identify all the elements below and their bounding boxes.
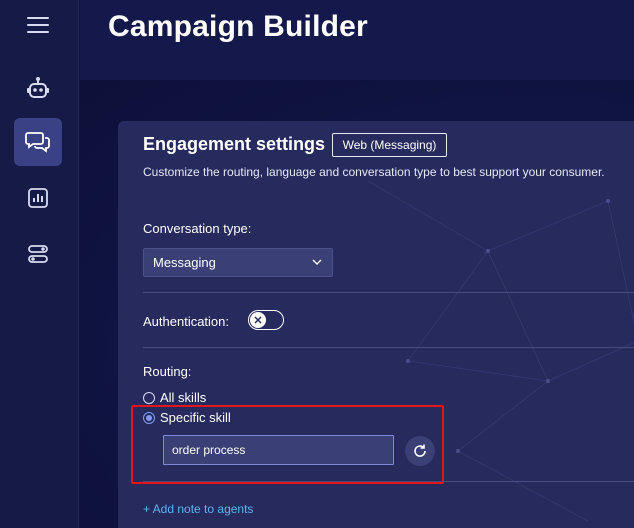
conversation-type-label: Conversation type: — [143, 221, 252, 236]
toggle-knob — [250, 312, 266, 328]
divider — [143, 481, 634, 482]
sidebar — [0, 0, 79, 528]
routing-label: Routing: — [143, 364, 192, 379]
settings-toggles-icon — [28, 245, 48, 263]
section-title: Engagement settings — [143, 134, 326, 154]
close-icon — [254, 316, 262, 324]
page-title: Campaign Builder — [108, 10, 368, 43]
menu-icon[interactable] — [27, 17, 49, 35]
sidebar-item-settings[interactable] — [14, 230, 62, 278]
report-chart-icon — [28, 188, 48, 208]
sidebar-item-reports[interactable] — [14, 174, 62, 222]
conversation-type-select[interactable]: Messaging — [143, 248, 333, 277]
sidebar-item-conversations[interactable] — [14, 118, 62, 166]
authentication-label: Authentication: — [143, 314, 230, 329]
divider — [143, 347, 634, 348]
authentication-toggle[interactable] — [248, 310, 284, 330]
channel-badge: Web (Messaging) — [332, 133, 447, 157]
conversation-type-value: Messaging — [153, 255, 216, 270]
bot-icon — [27, 77, 49, 98]
divider — [143, 292, 634, 293]
chat-bubbles-icon — [25, 132, 50, 153]
highlight-box — [131, 405, 444, 484]
section-description: Customize the routing, language and conv… — [143, 165, 605, 179]
radio-all-skills-label[interactable]: All skills — [160, 390, 206, 405]
radio-all-skills[interactable] — [143, 392, 155, 404]
add-note-link[interactable]: + Add note to agents — [143, 502, 253, 516]
sidebar-item-bots[interactable] — [14, 64, 62, 112]
chevron-down-icon — [312, 259, 322, 266]
